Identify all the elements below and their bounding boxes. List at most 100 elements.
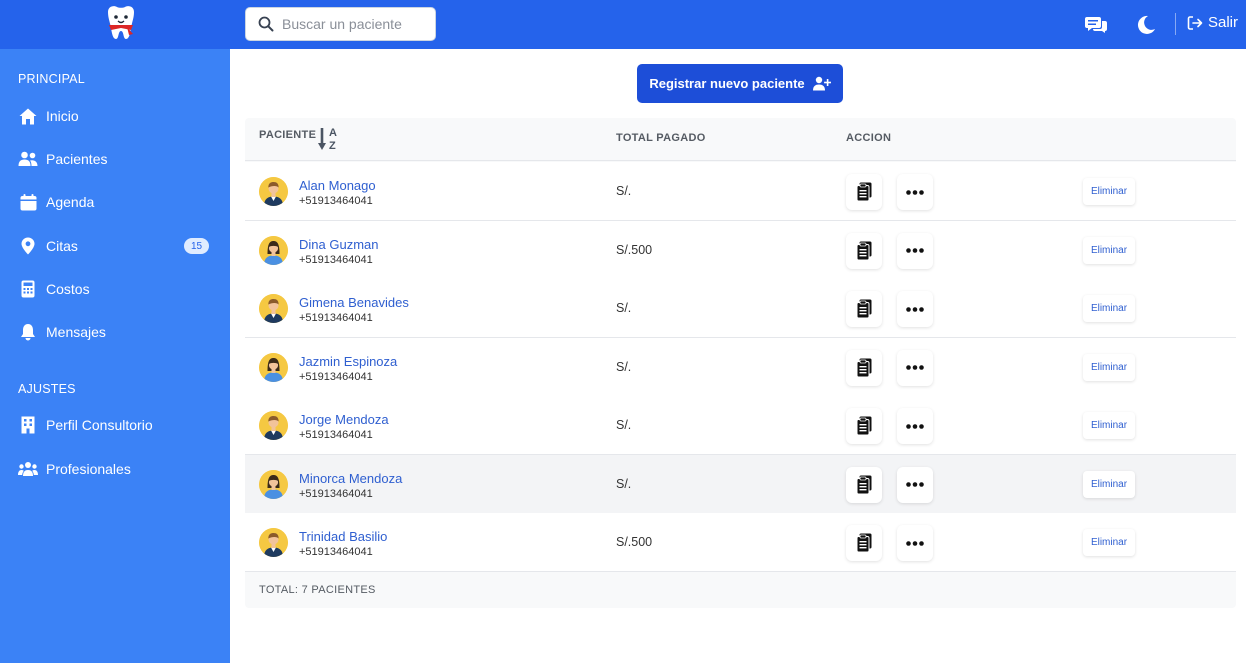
chat-icon[interactable] bbox=[1084, 13, 1108, 37]
sidebar-item-profesionales[interactable]: Profesionales bbox=[18, 454, 214, 484]
user-plus-icon bbox=[812, 76, 831, 91]
avatar bbox=[259, 177, 288, 206]
more-options-button[interactable] bbox=[897, 349, 933, 386]
more-dots-icon bbox=[906, 189, 924, 195]
patient-phone: +51913464041 bbox=[299, 429, 373, 441]
sidebar-item-costos[interactable]: Costos bbox=[18, 274, 214, 304]
building-icon bbox=[18, 415, 38, 435]
sort-label-z: Z bbox=[329, 140, 336, 152]
moon-icon[interactable] bbox=[1134, 13, 1158, 37]
table-row: Trinidad Basilio +51913464041 S/.500 Elimin… bbox=[245, 513, 1236, 572]
column-header-patient: PACIENTE bbox=[259, 129, 317, 141]
logout-icon bbox=[1187, 15, 1203, 30]
patient-name-link[interactable]: Minorca Mendoza bbox=[299, 471, 402, 486]
search-input[interactable] bbox=[282, 16, 422, 32]
more-dots-icon bbox=[906, 423, 924, 429]
avatar bbox=[259, 411, 288, 440]
sidebar-item-inicio[interactable]: Inicio bbox=[18, 101, 214, 131]
sidebar-item-mensajes[interactable]: Mensajes bbox=[18, 317, 214, 347]
table-row: Gimena Benavides +51913464041 S/. Eliminar bbox=[245, 279, 1236, 338]
delete-patient-button[interactable]: Eliminar bbox=[1083, 529, 1135, 556]
more-options-button[interactable] bbox=[897, 408, 933, 444]
topbar-divider bbox=[1175, 13, 1176, 35]
total-paid-value: S/. bbox=[616, 359, 632, 374]
top-bar: Salir bbox=[0, 0, 1246, 49]
sidebar-item-agenda[interactable]: Agenda bbox=[18, 187, 214, 217]
delete-patient-button[interactable]: Eliminar bbox=[1083, 178, 1135, 205]
patient-name-link[interactable]: Dina Guzman bbox=[299, 237, 378, 252]
sidebar-item-citas[interactable]: Citas 15 bbox=[18, 231, 214, 261]
sidebar-item-label: Costos bbox=[46, 281, 90, 297]
citas-count-badge: 15 bbox=[184, 238, 209, 254]
delete-patient-button[interactable]: Eliminar bbox=[1083, 412, 1135, 439]
patient-name-link[interactable]: Gimena Benavides bbox=[299, 295, 409, 310]
total-paid-value: S/. bbox=[616, 418, 632, 432]
delete-patient-button[interactable]: Eliminar bbox=[1083, 470, 1135, 498]
clinical-record-button[interactable] bbox=[846, 466, 882, 503]
home-icon bbox=[18, 106, 38, 126]
section-title-principal: PRINCIPAL bbox=[18, 72, 85, 86]
patient-name-link[interactable]: Trinidad Basilio bbox=[299, 529, 387, 544]
more-dots-icon bbox=[906, 248, 924, 253]
register-patient-label: Registrar nuevo paciente bbox=[649, 76, 805, 91]
group-icon bbox=[18, 459, 38, 479]
patient-phone: +51913464041 bbox=[299, 370, 373, 383]
clipboard-icon bbox=[856, 358, 873, 378]
total-paid-value: S/.500 bbox=[616, 242, 653, 257]
sidebar-item-label: Mensajes bbox=[46, 324, 106, 340]
more-dots-icon bbox=[906, 306, 924, 312]
column-header-total-paid: TOTAL PAGADO bbox=[616, 132, 706, 144]
logout-button[interactable]: Salir bbox=[1187, 14, 1238, 31]
sidebar-item-perfil-consultorio[interactable]: Perfil Consultorio bbox=[18, 410, 214, 440]
clipboard-icon bbox=[856, 182, 873, 202]
avatar bbox=[259, 469, 288, 499]
clipboard-icon bbox=[856, 299, 873, 319]
clinical-record-button[interactable] bbox=[846, 232, 882, 269]
delete-patient-button[interactable]: Eliminar bbox=[1083, 236, 1135, 264]
patients-table: PACIENTE A Z TOTAL PAGADO ACCION Alan Mo… bbox=[245, 118, 1236, 608]
avatar bbox=[259, 352, 288, 382]
clinical-record-button[interactable] bbox=[846, 291, 882, 327]
search-box[interactable] bbox=[245, 7, 436, 41]
clipboard-icon bbox=[856, 475, 873, 495]
table-row: Minorca Mendoza +51913464041 S/. Eliminar bbox=[245, 454, 1236, 514]
table-row: Alan Monago +51913464041 S/. Eliminar bbox=[245, 162, 1236, 221]
logout-label: Salir bbox=[1208, 14, 1239, 31]
sort-az-button[interactable]: A Z bbox=[318, 127, 340, 153]
patient-phone: +51913464041 bbox=[299, 487, 373, 500]
delete-patient-button[interactable]: Eliminar bbox=[1083, 353, 1135, 381]
total-paid-value: S/. bbox=[616, 476, 632, 491]
sort-arrow-icon bbox=[318, 128, 326, 150]
more-options-button[interactable] bbox=[897, 232, 933, 269]
clinical-record-button[interactable] bbox=[846, 525, 882, 561]
clinical-record-button[interactable] bbox=[846, 408, 882, 444]
section-title-ajustes: AJUSTES bbox=[18, 382, 76, 396]
patient-phone: +51913464041 bbox=[299, 546, 373, 558]
sort-label-a: A bbox=[329, 127, 337, 139]
more-options-button[interactable] bbox=[897, 525, 933, 561]
column-header-action: ACCION bbox=[846, 132, 892, 144]
users-icon bbox=[18, 149, 38, 169]
sidebar-item-label: Profesionales bbox=[46, 461, 131, 477]
avatar bbox=[259, 294, 288, 323]
patient-name-link[interactable]: Jorge Mendoza bbox=[299, 412, 389, 427]
more-options-button[interactable] bbox=[897, 174, 933, 210]
sidebar-item-label: Perfil Consultorio bbox=[46, 417, 153, 433]
total-paid-value: S/. bbox=[616, 301, 632, 315]
register-patient-button[interactable]: Registrar nuevo paciente bbox=[637, 64, 843, 103]
more-options-button[interactable] bbox=[897, 291, 933, 327]
clinical-record-button[interactable] bbox=[846, 349, 882, 386]
sidebar-item-label: Citas bbox=[46, 238, 78, 254]
more-options-button[interactable] bbox=[897, 466, 933, 503]
clinical-record-button[interactable] bbox=[846, 174, 882, 210]
patient-name-link[interactable]: Alan Monago bbox=[299, 178, 376, 193]
sidebar-item-pacientes[interactable]: Pacientes bbox=[18, 144, 214, 174]
patient-phone: +51913464041 bbox=[299, 253, 373, 266]
table-row: Jorge Mendoza +51913464041 S/. Eliminar bbox=[245, 396, 1236, 455]
table-header: PACIENTE A Z TOTAL PAGADO ACCION bbox=[245, 118, 1236, 161]
delete-patient-button[interactable]: Eliminar bbox=[1083, 295, 1135, 322]
more-dots-icon bbox=[906, 540, 924, 546]
patient-phone: +51913464041 bbox=[299, 312, 373, 324]
sidebar-item-label: Agenda bbox=[46, 194, 95, 210]
patient-name-link[interactable]: Jazmin Espinoza bbox=[299, 354, 397, 369]
